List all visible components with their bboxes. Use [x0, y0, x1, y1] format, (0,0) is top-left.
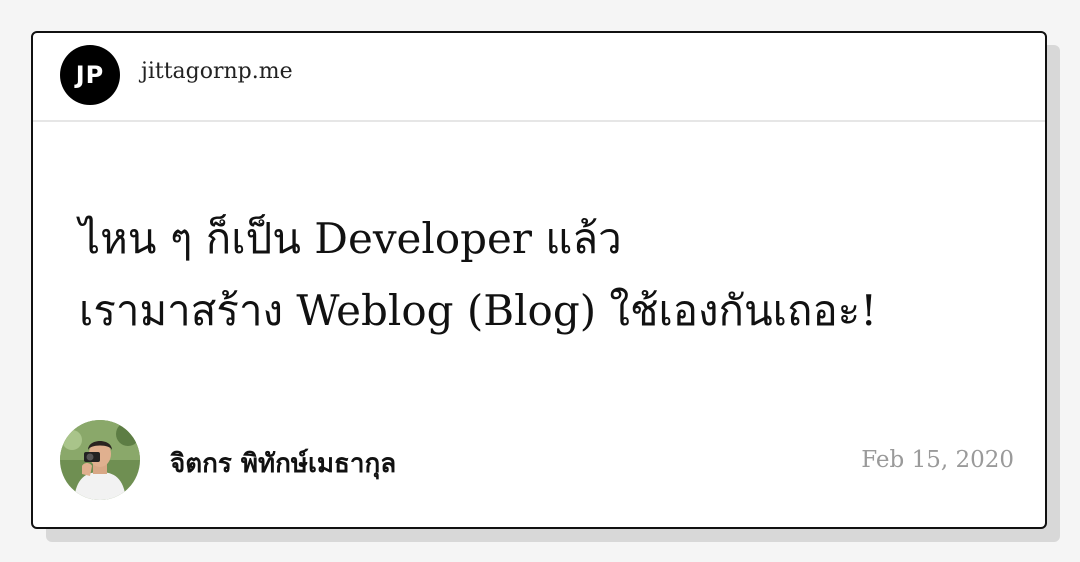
post-title-line-1: ไหน ๆ ก็เป็น Developer แล้ว [79, 214, 622, 263]
card-header: JP jittagornp.me [33, 33, 1045, 122]
post-title[interactable]: ไหน ๆ ก็เป็น Developer แล้ว เรามาสร้าง W… [79, 203, 1009, 347]
site-logo[interactable]: JP [60, 45, 120, 105]
author-photo-icon [60, 420, 140, 500]
author-avatar[interactable] [60, 420, 140, 500]
site-logo-text: JP [75, 61, 105, 89]
post-title-line-2: เรามาสร้าง Weblog (Blog) ใช้เองกันเถอะ! [79, 286, 878, 335]
site-name[interactable]: jittagornp.me [141, 59, 293, 84]
post-date: Feb 15, 2020 [861, 447, 1014, 473]
author-name[interactable]: จิตกร พิทักษ์เมธากุล [170, 443, 396, 484]
post-preview-card[interactable]: JP jittagornp.me ไหน ๆ ก็เป็น Developer … [31, 31, 1047, 529]
